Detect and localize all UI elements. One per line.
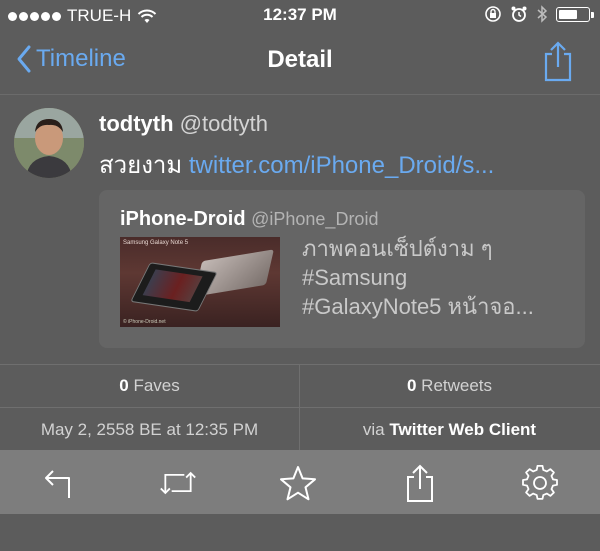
divider — [0, 407, 600, 408]
image-caption: Samsung Galaxy Note 5 — [123, 240, 189, 246]
retweet-button[interactable] — [159, 464, 197, 502]
client-name: Twitter Web Client — [389, 420, 537, 439]
bluetooth-icon — [537, 5, 548, 23]
tweet-link[interactable]: twitter.com/iPhone_Droid/s... — [189, 152, 494, 179]
share-tweet-button[interactable] — [401, 464, 439, 502]
rotation-lock-icon — [485, 6, 501, 22]
alarm-icon — [511, 6, 527, 22]
faves-number: 0 — [119, 376, 129, 395]
status-right — [484, 5, 594, 23]
user-name: todtyth — [99, 111, 174, 136]
quoted-author: iPhone-Droid @iPhone_Droid — [120, 208, 378, 231]
tweet-detail-screen: TRUE-H 12:37 PM Timeline Detail todtyth … — [0, 0, 600, 551]
divider — [0, 364, 600, 365]
settings-button[interactable] — [521, 464, 559, 502]
quoted-user-name: iPhone-Droid — [120, 208, 246, 230]
action-toolbar — [0, 450, 600, 514]
favorite-button[interactable] — [279, 464, 317, 502]
quoted-line: #GalaxyNote5 หน้าจอ... — [302, 294, 534, 319]
tweet-text: สวยงาม twitter.com/iPhone_Droid/s... — [99, 145, 589, 184]
phone-front-shape — [130, 262, 218, 312]
share-button[interactable] — [542, 40, 574, 87]
tweet-author[interactable]: todtyth @todtyth — [99, 111, 268, 137]
share-icon — [544, 41, 572, 82]
retweets-count[interactable]: 0 Retweets — [300, 376, 599, 396]
user-handle: @todtyth — [179, 111, 269, 136]
page-title: Detail — [267, 46, 333, 73]
navigation-bar: Timeline Detail — [0, 32, 600, 95]
retweet-icon — [160, 471, 196, 495]
quoted-tweet-card[interactable]: iPhone-Droid @iPhone_Droid Samsung Galax… — [99, 190, 585, 348]
via-label: via — [362, 420, 390, 439]
quoted-line: #Samsung — [302, 265, 408, 290]
gear-icon — [522, 465, 558, 500]
bottom-area — [0, 514, 600, 551]
star-icon — [280, 466, 316, 501]
tweet-text-prefix: สวยงาม — [99, 152, 189, 179]
reply-icon — [45, 470, 70, 498]
faves-label: Faves — [128, 376, 180, 395]
battery-icon — [556, 6, 594, 22]
share-icon — [407, 464, 433, 502]
reply-button[interactable] — [41, 464, 79, 502]
quoted-tweet-text: ภาพคอนเซ็ปต์งาม ๆ #Samsung #GalaxyNote5 … — [302, 234, 534, 321]
avatar[interactable] — [14, 108, 84, 178]
tweet-date: May 2, 2558 BE at 12:35 PM — [40, 420, 259, 439]
quoted-line: ภาพคอนเซ็ปต์งาม ๆ — [302, 236, 493, 261]
battery-level — [559, 9, 577, 19]
status-bar: TRUE-H 12:37 PM — [0, 0, 600, 32]
quoted-user-handle: @iPhone_Droid — [251, 209, 379, 229]
faves-count[interactable]: 0 Faves — [0, 376, 299, 396]
tweet-source: via Twitter Web Client — [300, 420, 599, 440]
avatar-photo — [14, 108, 84, 178]
retweets-label: Retweets — [416, 376, 493, 395]
image-footer: © iPhone-Droid.net — [123, 319, 166, 325]
quoted-image[interactable]: Samsung Galaxy Note 5 © iPhone-Droid.net — [120, 237, 280, 327]
